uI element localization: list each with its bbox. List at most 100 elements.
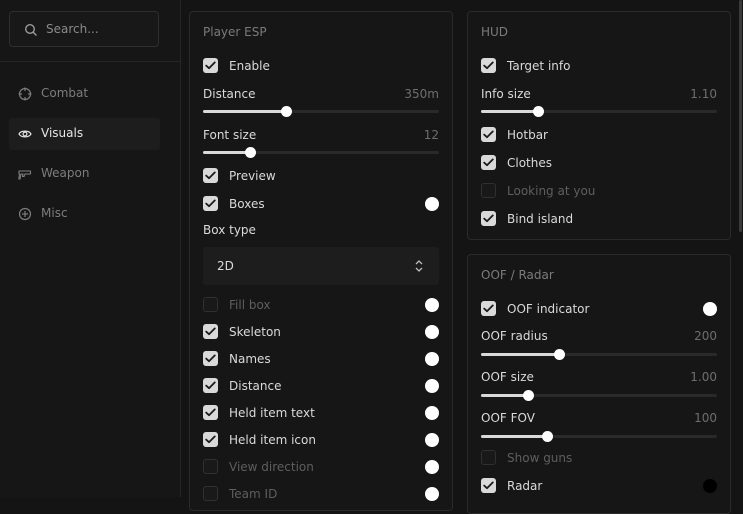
toggle-fill-box[interactable]: Fill box — [190, 295, 452, 315]
hud-panel: HUD Target info Info size 1.10 Hotbar Cl… — [467, 11, 731, 240]
check-icon — [205, 199, 216, 208]
slider-knob[interactable] — [553, 349, 565, 360]
slider-knob[interactable] — [523, 390, 535, 401]
checkbox[interactable] — [203, 432, 218, 447]
oof-radius-slider[interactable] — [481, 349, 717, 360]
toggle-radar[interactable]: Radar — [468, 476, 730, 496]
slider-label: OOF FOV — [481, 411, 535, 425]
toggle-view-direction[interactable]: View direction — [190, 457, 452, 477]
slider-fill — [481, 394, 529, 397]
checkbox[interactable] — [481, 183, 496, 198]
toggle-label: Boxes — [229, 197, 265, 211]
checkbox[interactable] — [203, 459, 218, 474]
toggle-label: Enable — [229, 59, 270, 73]
checkbox[interactable] — [481, 450, 496, 465]
scrollbar[interactable] — [739, 0, 742, 232]
toggle-team-id[interactable]: Team ID — [190, 484, 452, 504]
checkbox[interactable] — [481, 301, 496, 316]
toggle-held-item-icon[interactable]: Held item icon — [190, 430, 452, 450]
box-type-label: Box type — [203, 223, 256, 237]
slider-knob[interactable] — [245, 147, 257, 158]
toggle-label: Looking at you — [507, 184, 596, 198]
color-picker[interactable] — [425, 487, 439, 501]
checkbox[interactable] — [203, 58, 218, 73]
color-picker[interactable] — [703, 302, 717, 316]
checkbox[interactable] — [481, 58, 496, 73]
color-picker[interactable] — [425, 406, 439, 420]
check-icon — [205, 327, 216, 336]
toggle-distance[interactable]: Distance — [190, 376, 452, 396]
checkbox[interactable] — [203, 196, 218, 211]
checkbox[interactable] — [203, 405, 218, 420]
sidebar: Combat Visuals Weapon Misc — [0, 0, 181, 497]
nav-item-combat[interactable]: Combat — [9, 78, 160, 110]
slider-label: Info size — [481, 87, 531, 101]
check-icon — [483, 158, 494, 167]
slider-value: 1.10 — [690, 87, 717, 101]
toggle-label: Hotbar — [507, 128, 548, 142]
nav-item-weapon[interactable]: Weapon — [9, 158, 160, 190]
check-icon — [205, 435, 216, 444]
distance-slider[interactable] — [203, 106, 439, 117]
toggle-skeleton[interactable]: Skeleton — [190, 322, 452, 342]
checkbox[interactable] — [203, 168, 218, 183]
slider-value: 12 — [423, 128, 439, 142]
color-picker[interactable] — [425, 325, 439, 339]
oof-fov-slider[interactable] — [481, 431, 717, 442]
color-picker[interactable] — [425, 460, 439, 474]
toggle-hotbar[interactable]: Hotbar — [468, 125, 730, 145]
info-size-slider[interactable] — [481, 106, 717, 117]
toggle-label: Team ID — [229, 487, 278, 501]
toggle-clothes[interactable]: Clothes — [468, 153, 730, 173]
checkbox[interactable] — [481, 127, 496, 142]
color-picker[interactable] — [425, 298, 439, 312]
checkbox[interactable] — [481, 211, 496, 226]
checkbox[interactable] — [203, 297, 218, 312]
color-picker[interactable] — [703, 479, 717, 493]
checkbox[interactable] — [203, 351, 218, 366]
player-esp-panel: Player ESP Enable Distance 350m Font siz… — [189, 11, 453, 511]
toggle-looking-at-you[interactable]: Looking at you — [468, 181, 730, 201]
slider-fill — [203, 151, 251, 154]
toggle-target-info[interactable]: Target info — [468, 56, 730, 76]
nav-label-misc: Misc — [41, 206, 68, 220]
toggle-held-item-text[interactable]: Held item text — [190, 403, 452, 423]
toggle-label: Bind island — [507, 212, 574, 226]
check-icon — [483, 130, 494, 139]
color-picker[interactable] — [425, 433, 439, 447]
toggle-preview[interactable]: Preview — [190, 166, 452, 186]
check-icon — [483, 214, 494, 223]
panel-title: Player ESP — [203, 25, 267, 39]
slider-label: OOF radius — [481, 329, 548, 343]
oof-radar-panel: OOF / Radar OOF indicator OOF radius 200… — [467, 254, 731, 514]
checkbox[interactable] — [203, 486, 218, 501]
toggle-show-guns[interactable]: Show guns — [468, 448, 730, 468]
nav-item-visuals[interactable]: Visuals — [9, 118, 160, 150]
font-size-slider[interactable] — [203, 147, 439, 158]
checkbox[interactable] — [481, 155, 496, 170]
color-picker[interactable] — [425, 352, 439, 366]
toggle-boxes[interactable]: Boxes — [190, 194, 452, 214]
toggle-oof-indicator[interactable]: OOF indicator — [468, 299, 730, 319]
checkbox[interactable] — [203, 378, 218, 393]
slider-knob[interactable] — [532, 106, 544, 117]
color-picker[interactable] — [425, 379, 439, 393]
color-picker[interactable] — [425, 197, 439, 211]
check-icon — [205, 381, 216, 390]
slider-label: OOF size — [481, 370, 534, 384]
toggle-names[interactable]: Names — [190, 349, 452, 369]
search-box[interactable] — [9, 11, 159, 47]
toggle-label: Preview — [229, 169, 276, 183]
toggle-bind-island[interactable]: Bind island — [468, 209, 730, 229]
search-input[interactable] — [46, 20, 151, 38]
box-type-dropdown[interactable]: 2D — [203, 247, 439, 285]
checkbox[interactable] — [481, 478, 496, 493]
toggle-label: Fill box — [229, 298, 271, 312]
slider-knob[interactable] — [542, 431, 554, 442]
toggle-label: Held item text — [229, 406, 315, 420]
toggle-enable[interactable]: Enable — [190, 56, 452, 76]
checkbox[interactable] — [203, 324, 218, 339]
nav-item-misc[interactable]: Misc — [9, 198, 160, 230]
oof-size-slider[interactable] — [481, 390, 717, 401]
slider-knob[interactable] — [280, 106, 292, 117]
